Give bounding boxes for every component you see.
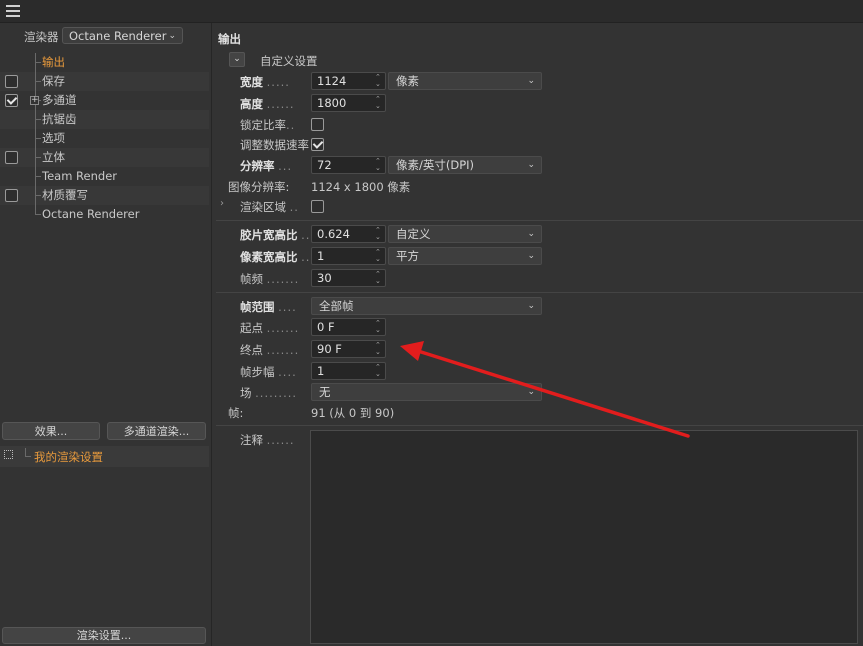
arrow-shaft — [416, 349, 690, 438]
arrow-head — [400, 341, 424, 361]
annotation-arrow-icon — [400, 341, 690, 438]
